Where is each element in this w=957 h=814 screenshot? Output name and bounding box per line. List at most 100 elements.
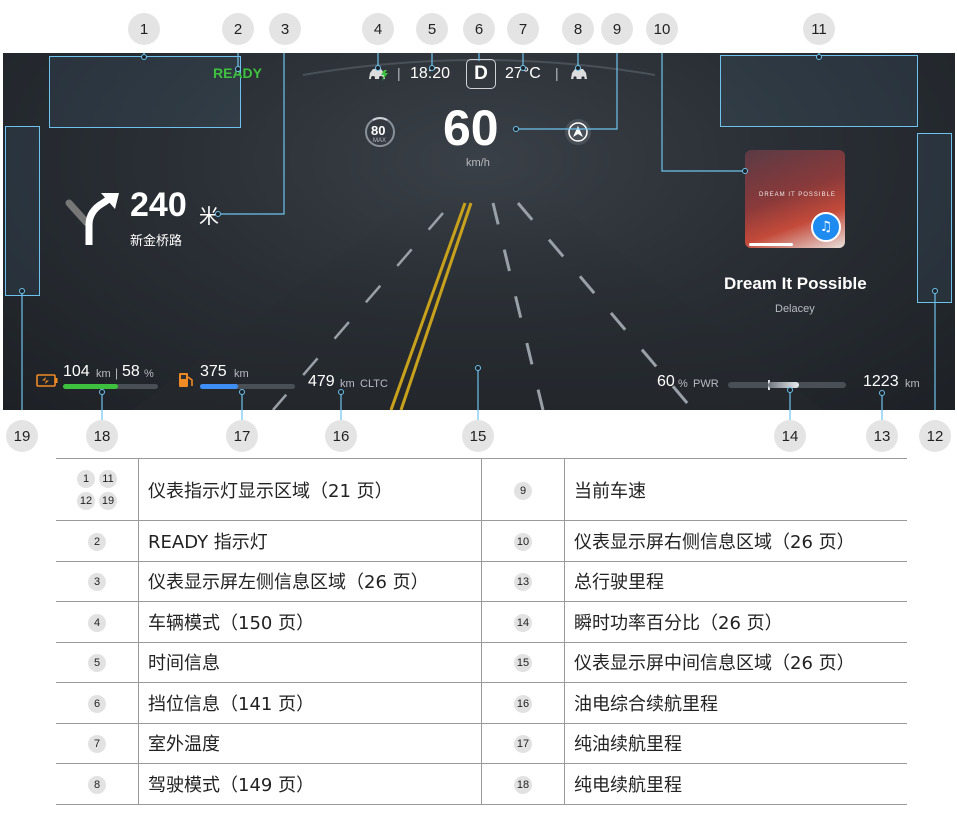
legend-number-cell: 4 <box>56 601 139 643</box>
power-percent: 60 <box>657 373 675 390</box>
legend-number-badge: 5 <box>88 654 106 673</box>
legend-text: 室外温度 <box>138 723 482 764</box>
legend-text: 瞬时功率百分比（26 页） <box>564 601 907 643</box>
callout-badge-5: 5 <box>416 13 448 45</box>
legend-text: 驾驶模式（149 页） <box>138 763 482 805</box>
legend-text: 挡位信息（141 页） <box>138 682 482 724</box>
callout-badge-3: 3 <box>269 13 301 45</box>
callout-badge-16: 16 <box>325 420 357 452</box>
legend-number-cell: 8 <box>56 763 139 805</box>
battery-icon <box>36 374 58 387</box>
nav-distance: 240 <box>130 186 187 224</box>
status-divider: | <box>397 65 401 81</box>
legend-number-cell: 2 <box>56 520 139 562</box>
legend-text: 纯油续航里程 <box>564 723 907 764</box>
legend-text: 总行驶里程 <box>564 561 907 602</box>
gear-letter: D <box>474 63 488 84</box>
battery-bar <box>63 384 158 389</box>
fuel-bar-fill <box>200 384 238 389</box>
legend-number-badge: 11 <box>99 469 117 488</box>
legend-text: 仪表显示屏左侧信息区域（26 页） <box>138 561 482 602</box>
legend-number-badge: 8 <box>88 775 106 794</box>
legend-text: 仪表指示灯显示区域（21 页） <box>138 458 482 521</box>
legend-number-badge: 1 <box>77 469 95 488</box>
vehicle-mode-icon <box>369 69 388 81</box>
battery-percent: 58 <box>122 363 140 380</box>
legend-number-cell: 3 <box>56 561 139 602</box>
legend-number-badge: 7 <box>88 735 106 754</box>
fuel-bar <box>200 384 295 389</box>
ev-range: 104 <box>63 363 90 380</box>
ev-divider: | <box>115 366 119 380</box>
callout-badge-11: 11 <box>803 13 835 45</box>
callout-badge-9: 9 <box>601 13 633 45</box>
legend-number-cell: 16 <box>481 682 565 724</box>
callout-badge-6: 6 <box>463 13 495 45</box>
legend-table: 1 11 12 19 仪表指示灯显示区域（21 页） 9 当前车速 2 READ… <box>56 458 907 805</box>
legend-number-cell: 14 <box>481 601 565 643</box>
legend-number-badge: 14 <box>514 613 532 632</box>
song-progress <box>749 243 793 246</box>
fuel-range-unit: km <box>234 368 249 380</box>
odometer-unit: km <box>905 378 920 390</box>
legend-text: READY 指示灯 <box>138 520 482 562</box>
power-bar <box>728 380 846 390</box>
legend-text: 纯电续航里程 <box>564 763 907 805</box>
right-side-indicator-area <box>917 133 952 303</box>
callout-badge-2: 2 <box>222 13 254 45</box>
legend-number-badge: 12 <box>77 491 95 510</box>
instrument-cluster: READY | 18:20 D 27°C | 80 MAX 60 km/h 24… <box>3 53 955 410</box>
legend-number-cell: 1 11 12 19 <box>56 458 139 521</box>
legend-row: 1 11 12 19 仪表指示灯显示区域（21 页） 9 当前车速 <box>56 458 907 521</box>
callout-badge-13: 13 <box>866 420 898 452</box>
legend-number-cell: 13 <box>481 561 565 602</box>
legend-row: 4 车辆模式（150 页） 14 瞬时功率百分比（26 页） <box>56 601 907 643</box>
legend-row: 8 驾驶模式（149 页） 18 纯电续航里程 <box>56 763 907 805</box>
fuel-pump-icon <box>179 373 193 387</box>
turn-right-arrow-icon <box>65 193 119 245</box>
legend-text: 仪表显示屏中间信息区域（26 页） <box>564 642 907 683</box>
music-app-icon: ♫ <box>811 212 841 242</box>
legend-row: 7 室外温度 17 纯油续航里程 <box>56 723 907 764</box>
legend-number-cell: 5 <box>56 642 139 683</box>
callout-badge-8: 8 <box>562 13 594 45</box>
total-range-standard: CLTC <box>360 378 388 390</box>
album-text: DREAM IT POSSIBLE <box>759 192 836 198</box>
callout-badge-10: 10 <box>646 13 678 45</box>
legend-row: 5 时间信息 15 仪表显示屏中间信息区域（26 页） <box>56 642 907 683</box>
power-percent-unit: % <box>678 378 688 390</box>
assist-icon <box>565 119 591 145</box>
legend-number-badge: 2 <box>88 532 106 551</box>
legend-number-badge: 16 <box>514 694 532 713</box>
speed-limit-value: 80 <box>371 123 386 138</box>
power-label: PWR <box>693 378 719 390</box>
legend-text: 车辆模式（150 页） <box>138 601 482 643</box>
time-display: 18:20 <box>410 65 451 82</box>
callout-badge-19: 19 <box>6 420 38 452</box>
legend-text: 当前车速 <box>564 458 907 521</box>
legend-row: 3 仪表显示屏左侧信息区域（26 页） 13 总行驶里程 <box>56 561 907 602</box>
outside-temperature: 27°C <box>505 65 541 82</box>
battery-bar-fill <box>63 384 119 389</box>
total-range: 479 <box>308 373 335 390</box>
legend-text: 仪表显示屏右侧信息区域（26 页） <box>564 520 907 562</box>
song-artist: Delacey <box>775 303 815 315</box>
callout-badge-18: 18 <box>86 420 118 452</box>
callout-badge-14: 14 <box>774 420 806 452</box>
status-divider-2: | <box>555 65 559 81</box>
total-range-unit: km <box>340 378 355 390</box>
legend-number-badge: 15 <box>514 654 532 673</box>
gear-indicator: D <box>466 59 496 89</box>
battery-percent-unit: % <box>144 368 154 380</box>
callout-badge-1: 1 <box>128 13 160 45</box>
legend-number-cell: 15 <box>481 642 565 683</box>
legend-number-cell: 17 <box>481 723 565 764</box>
legend-number-cell: 6 <box>56 682 139 724</box>
callout-badge-7: 7 <box>507 13 539 45</box>
legend-number-cell: 9 <box>481 458 565 521</box>
legend-number-badge: 6 <box>88 694 106 713</box>
legend-row: 6 挡位信息（141 页） 16 油电综合续航里程 <box>56 682 907 724</box>
current-speed: 60 <box>443 100 499 156</box>
legend-number-badge: 4 <box>88 613 106 632</box>
callout-badge-17: 17 <box>226 420 258 452</box>
